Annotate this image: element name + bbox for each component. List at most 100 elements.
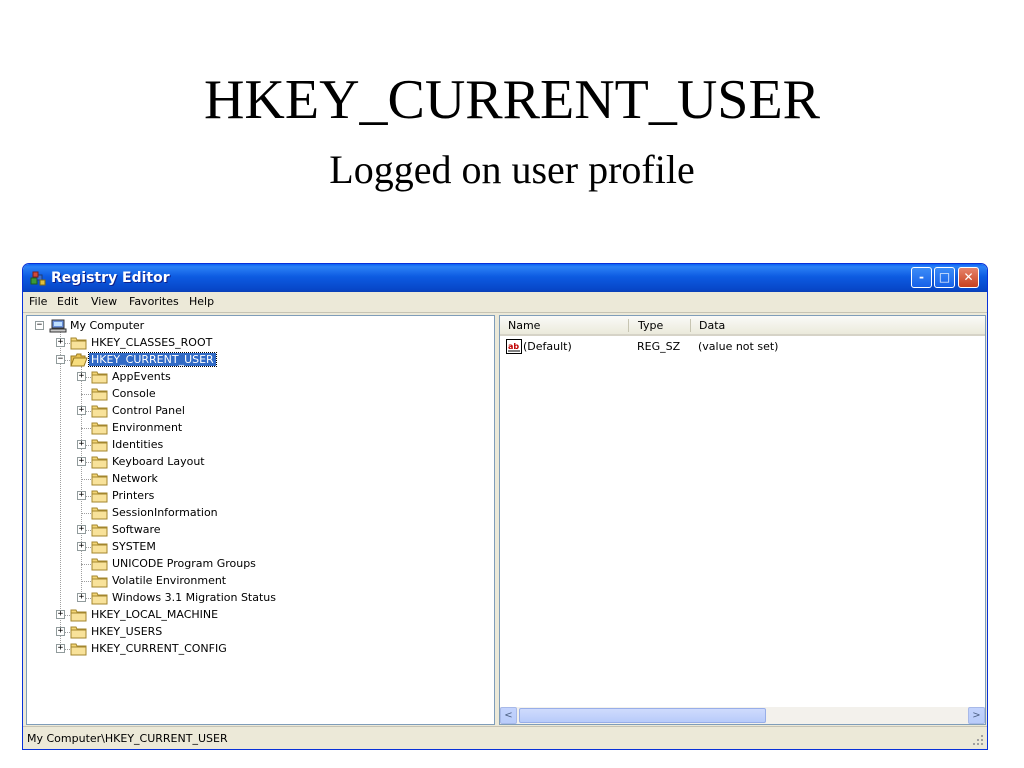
resize-grip-icon[interactable] [972,734,984,746]
expand-icon[interactable]: + [77,491,86,500]
expand-icon[interactable]: + [77,525,86,534]
minimize-button[interactable]: - [911,267,932,288]
folder-icon [91,489,109,503]
expand-icon[interactable]: + [56,338,65,347]
folder-icon [91,591,109,605]
tree-label[interactable]: Environment [110,421,184,434]
expand-icon[interactable]: + [56,644,65,653]
column-name[interactable]: Name [508,319,540,332]
expand-icon[interactable]: + [56,610,65,619]
tree-label[interactable]: SYSTEM [110,540,158,553]
scroll-left-button[interactable]: < [500,707,517,724]
collapse-icon[interactable]: − [35,321,44,330]
menu-file[interactable]: File [29,295,47,308]
open-folder-icon [70,353,88,367]
list-header: Name Type Data [500,316,985,336]
tree-label[interactable]: HKEY_USERS [89,625,164,638]
tree-key-console[interactable]: Console [27,386,487,402]
folder-icon [91,472,109,486]
tree-label[interactable]: Console [110,387,158,400]
tree-label[interactable]: Printers [110,489,156,502]
tree-key-sessioninformation[interactable]: SessionInformation [27,505,487,521]
svg-text:ab: ab [508,342,519,351]
title-bar[interactable]: Registry Editor - □ ✕ [23,264,987,292]
tree-key-unicode-program-groups[interactable]: UNICODE Program Groups [27,556,487,572]
tree-label[interactable]: Identities [110,438,165,451]
expand-icon[interactable]: + [56,627,65,636]
folder-icon [91,387,109,401]
tree-label[interactable]: SessionInformation [110,506,220,519]
menu-view[interactable]: View [91,295,117,308]
column-data[interactable]: Data [699,319,725,332]
status-bar: My Computer\HKEY_CURRENT_USER [23,726,987,749]
folder-icon [91,455,109,469]
tree-label[interactable]: Windows 3.1 Migration Status [110,591,278,604]
registry-tree[interactable]: − My Computer + HKEY_CLASSES_ROOT − HKEY_CURR… [26,315,495,725]
tree-label[interactable]: HKEY_LOCAL_MACHINE [89,608,220,621]
menu-bar: File Edit View Favorites Help [23,292,987,313]
values-list[interactable]: Name Type Data ab (Default) REG_SZ (valu… [499,315,986,725]
string-value-icon: ab [506,339,522,354]
tree-key-printers[interactable]: + Printers [27,488,487,504]
tree-key-control-panel[interactable]: + Control Panel [27,403,487,419]
menu-help[interactable]: Help [189,295,214,308]
window-title: Registry Editor [51,270,170,286]
tree-label[interactable]: My Computer [68,319,146,332]
tree-key-environment[interactable]: Environment [27,420,487,436]
maximize-button[interactable]: □ [934,267,955,288]
tree-key-windows-3-1-migration-status[interactable]: + Windows 3.1 Migration Status [27,590,487,606]
expand-icon[interactable]: + [77,542,86,551]
folder-icon [91,574,109,588]
horizontal-scrollbar[interactable]: < > [500,707,985,724]
collapse-icon[interactable]: − [56,355,65,364]
expand-icon[interactable]: + [77,372,86,381]
expand-icon[interactable]: + [77,593,86,602]
tree-key-keyboard-layout[interactable]: + Keyboard Layout [27,454,487,470]
tree-hive-hkey-classes-root[interactable]: + HKEY_CLASSES_ROOT [27,335,487,351]
tree-hive-hkey-local-machine[interactable]: + HKEY_LOCAL_MACHINE [27,607,487,623]
folder-icon [91,438,109,452]
expand-icon[interactable]: + [77,406,86,415]
tree-label[interactable]: UNICODE Program Groups [110,557,258,570]
tree-root-my-computer[interactable]: − My Computer [27,318,487,334]
tree-key-identities[interactable]: + Identities [27,437,487,453]
folder-icon [91,506,109,520]
menu-favorites[interactable]: Favorites [129,295,179,308]
tree-key-volatile-environment[interactable]: Volatile Environment [27,573,487,589]
tree-label[interactable]: Software [110,523,163,536]
tree-hive-hkey-users[interactable]: + HKEY_USERS [27,624,487,640]
registry-editor-window: Registry Editor - □ ✕ File Edit View Fav… [22,263,988,750]
tree-key-appevents[interactable]: + AppEvents [27,369,487,385]
expand-icon[interactable]: + [77,457,86,466]
tree-label[interactable]: HKEY_CURRENT_CONFIG [89,642,229,655]
computer-icon [49,319,67,333]
folder-icon [91,523,109,537]
tree-label[interactable]: Volatile Environment [110,574,228,587]
folder-icon [91,540,109,554]
tree-label[interactable]: HKEY_CURRENT_USER [88,352,217,367]
tree-label[interactable]: AppEvents [110,370,173,383]
registry-editor-icon [30,271,46,286]
value-type: REG_SZ [637,340,681,353]
scroll-right-button[interactable]: > [968,707,985,724]
tree-label[interactable]: Keyboard Layout [110,455,207,468]
menu-edit[interactable]: Edit [57,295,78,308]
value-data: (value not set) [698,340,779,353]
expand-icon[interactable]: + [77,440,86,449]
tree-hive-hkey-current-user[interactable]: − HKEY_CURRENT_USER [27,352,487,368]
tree-key-software[interactable]: + Software [27,522,487,538]
close-button[interactable]: ✕ [958,267,979,288]
folder-icon [91,421,109,435]
tree-label[interactable]: Control Panel [110,404,187,417]
folder-icon [91,557,109,571]
folder-icon [70,608,88,622]
folder-icon [91,370,109,384]
column-type[interactable]: Type [638,319,663,332]
tree-label[interactable]: Network [110,472,160,485]
value-name[interactable]: (Default) [523,340,572,353]
scroll-thumb[interactable] [519,708,766,723]
tree-key-system[interactable]: + SYSTEM [27,539,487,555]
tree-hive-hkey-current-config[interactable]: + HKEY_CURRENT_CONFIG [27,641,487,657]
tree-label[interactable]: HKEY_CLASSES_ROOT [89,336,214,349]
tree-key-network[interactable]: Network [27,471,487,487]
